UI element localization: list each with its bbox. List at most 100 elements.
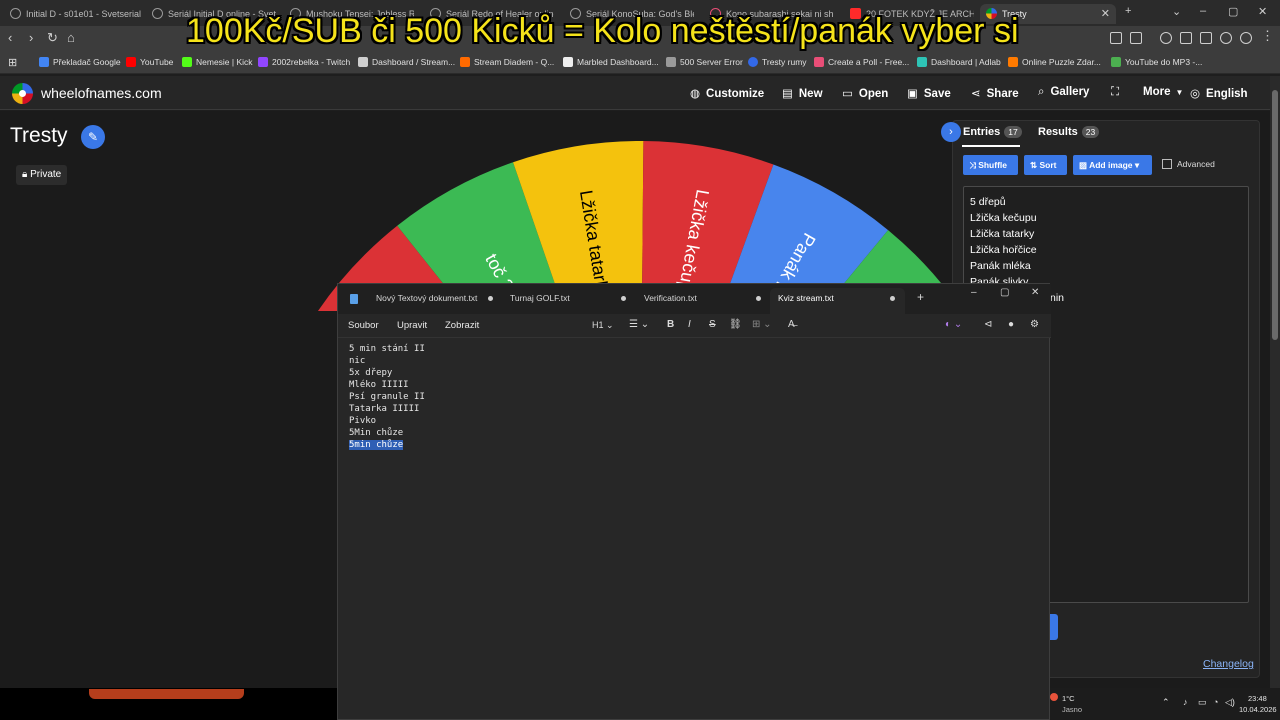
new-tab-icon[interactable]: + xyxy=(917,290,924,304)
clock-time[interactable]: 23:48 xyxy=(1248,694,1267,703)
reload-icon[interactable]: ↻ xyxy=(47,30,58,46)
bookmark[interactable]: YouTube do MP3 -... xyxy=(1111,57,1202,67)
palette-icon: ◍ xyxy=(690,88,701,100)
volume-icon[interactable]: ◁) xyxy=(1225,697,1235,708)
bookmark[interactable]: Online Puzzle Zdar... xyxy=(1008,57,1101,67)
add-image-button[interactable]: ▨ Add image ▾ xyxy=(1073,155,1152,175)
logo-wheel-icon[interactable] xyxy=(12,83,33,104)
minimize-icon[interactable]: – xyxy=(971,287,977,298)
back-icon[interactable]: ‹ xyxy=(8,30,12,45)
close-window-icon[interactable]: ✕ xyxy=(1031,287,1039,298)
maximize-icon[interactable]: ▢ xyxy=(1228,5,1238,18)
bold-icon[interactable]: B xyxy=(667,319,674,330)
customize-button[interactable]: ◍ Customize xyxy=(690,86,764,100)
sidebar-icon[interactable] xyxy=(1180,32,1192,44)
advanced-toggle[interactable]: Advanced xyxy=(1162,159,1215,169)
close-tab-icon[interactable]: ✕ xyxy=(1101,4,1110,24)
network-icon[interactable]: ◔ xyxy=(1213,697,1218,707)
bookmark[interactable]: Marbled Dashboard... xyxy=(563,57,659,67)
screenshot-icon[interactable] xyxy=(1130,32,1142,44)
display-icon[interactable]: ▭ xyxy=(1198,697,1207,708)
advanced-checkbox[interactable] xyxy=(1162,159,1172,169)
menu-dots-icon[interactable]: ⋮ xyxy=(1261,28,1274,44)
tab-search-icon[interactable]: ⌄ xyxy=(1172,5,1181,18)
new-button[interactable]: ▤ New xyxy=(782,86,823,100)
media-icon[interactable] xyxy=(1160,32,1172,44)
customize-label: Customize xyxy=(706,88,765,100)
spin-button-fragment[interactable] xyxy=(89,689,244,699)
minimize-icon[interactable]: – xyxy=(1200,5,1206,17)
share-button[interactable]: ⋖ Share xyxy=(971,86,1019,100)
list-dropdown-icon[interactable]: ☰ ⌄ xyxy=(629,319,649,330)
menu-view[interactable]: Zobrazit xyxy=(445,320,479,331)
new-tab-icon[interactable]: + xyxy=(1125,5,1131,17)
tab-entries[interactable]: Entries 17 xyxy=(963,126,1022,138)
shield-icon[interactable] xyxy=(1240,32,1252,44)
settings-gear-icon[interactable]: ⚙ xyxy=(1030,319,1039,330)
more-button[interactable]: More ▼ xyxy=(1143,86,1183,98)
forward-icon[interactable]: › xyxy=(29,30,33,45)
shuffle-button[interactable]: ⤨ Shuffle xyxy=(963,155,1018,175)
page-scrollbar-thumb[interactable] xyxy=(1272,90,1278,340)
italic-icon[interactable]: I xyxy=(688,319,691,330)
edit-title-button[interactable]: ✎ xyxy=(81,125,105,149)
table-icon[interactable]: ⊞ ⌄ xyxy=(752,319,772,330)
extension-icon[interactable] xyxy=(1110,32,1122,44)
advanced-label: Advanced xyxy=(1177,159,1215,169)
copilot-icon[interactable]: ◐ ⌄ xyxy=(945,319,962,330)
menu-edit[interactable]: Upravit xyxy=(397,320,427,331)
bookmark[interactable]: YouTube xyxy=(126,57,173,67)
clock-date[interactable]: 10.04.2026 xyxy=(1239,705,1277,714)
private-badge[interactable]: 🔒︎ Private xyxy=(16,165,68,185)
close-window-icon[interactable]: ✕ xyxy=(1258,5,1267,18)
add-image-label: Add image xyxy=(1089,160,1133,170)
strikethrough-icon[interactable]: S xyxy=(709,319,716,330)
notepad-tab[interactable]: Turnaj GOLF.txt xyxy=(510,293,570,303)
fullscreen-button[interactable]: ⛶ xyxy=(1111,86,1125,99)
menu-file[interactable]: Soubor xyxy=(348,320,379,331)
browser-tab[interactable]: Initial D - s01e01 - Svetserial xyxy=(4,4,144,24)
bookmark[interactable]: Tresty rumy xyxy=(748,57,807,67)
bookmark[interactable]: Stream Diadem - Q... xyxy=(460,57,554,67)
notepad-text-area[interactable]: 5 min stání II nic 5x dřepy Mléko IIIII … xyxy=(349,343,425,451)
apps-grid-icon[interactable]: ⊞ xyxy=(8,56,17,69)
heading-dropdown[interactable]: H1 ⌄ xyxy=(592,320,614,331)
text-line: Mléko IIIII xyxy=(349,380,409,390)
tray-chevron-icon[interactable]: ⌃ xyxy=(1162,697,1170,708)
maximize-icon[interactable]: ▢ xyxy=(1000,287,1009,298)
bookmark[interactable]: Nemesie | Kick xyxy=(182,57,253,67)
tab-results[interactable]: Results 23 xyxy=(1038,126,1100,138)
notepad-tab[interactable]: Nový Textový dokument.txt xyxy=(376,293,477,303)
changelog-link[interactable]: Changelog xyxy=(1203,658,1254,670)
megaphone-icon[interactable]: ⊲ xyxy=(984,319,992,330)
open-button[interactable]: ▭ Open xyxy=(842,86,888,100)
temperature[interactable]: 1°C xyxy=(1062,694,1075,703)
weather-label[interactable]: Jasno xyxy=(1062,705,1082,714)
link-icon[interactable]: ⛓ xyxy=(729,319,742,330)
bookmark[interactable]: Překladač Google xyxy=(39,57,121,67)
unsaved-dot-icon xyxy=(488,296,493,301)
account-icon[interactable]: ● xyxy=(1008,319,1014,330)
home-icon[interactable]: ⌂ xyxy=(67,30,75,45)
bookmark[interactable]: Dashboard | Adlab xyxy=(917,57,1001,67)
bookmark[interactable]: 500 Server Error xyxy=(666,57,743,67)
bookmark[interactable]: Dashboard / Stream... xyxy=(358,57,455,67)
clear-format-icon[interactable]: A̶ xyxy=(788,319,795,330)
notepad-tab-active[interactable]: Kviz stream.txt xyxy=(778,293,834,303)
gallery-button[interactable]: ⌕ Gallery xyxy=(1038,86,1089,99)
globe-icon: ◎ xyxy=(1190,88,1201,100)
site-name[interactable]: wheelofnames.com xyxy=(41,85,162,101)
language-button[interactable]: ◎ English xyxy=(1190,86,1248,100)
collapse-panel-button[interactable]: › xyxy=(941,122,961,142)
bookmark[interactable]: Create a Poll - Free... xyxy=(814,57,909,67)
sort-button[interactable]: ⇅ Sort xyxy=(1024,155,1067,175)
favorites-icon[interactable] xyxy=(1200,32,1212,44)
wheel[interactable]: nictoč 2xLžička tatarkyLžička kečupuPaná… xyxy=(0,111,950,311)
copilot-icon[interactable] xyxy=(1220,32,1232,44)
microphone-icon[interactable]: ♪ xyxy=(1183,697,1188,707)
selected-text-line: 5min chůze xyxy=(349,440,404,450)
notepad-tab[interactable]: Verification.txt xyxy=(644,293,697,303)
bookmark[interactable]: 2002rebelka - Twitch xyxy=(258,57,350,67)
panel-action-button-fragment[interactable] xyxy=(1049,614,1058,640)
save-button[interactable]: ▣ Save xyxy=(907,86,951,100)
